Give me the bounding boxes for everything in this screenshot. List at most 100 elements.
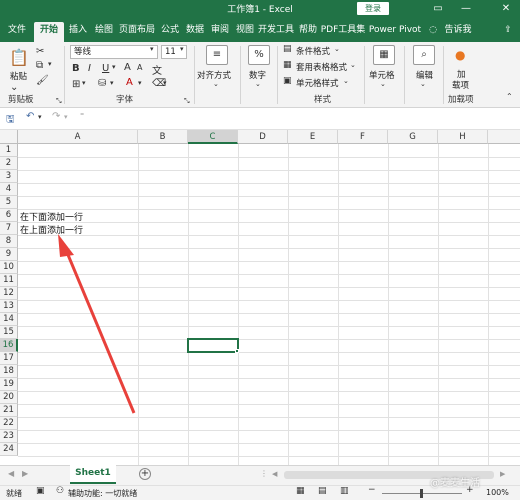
cells-dropdown-icon[interactable]: ⌄	[380, 80, 386, 88]
border-dropdown-icon[interactable]: ▾	[82, 79, 86, 87]
watermark: @麦麦生活	[430, 478, 480, 489]
page-layout-view-icon[interactable]: ▤	[318, 486, 327, 496]
close-button[interactable]: ✕	[498, 1, 514, 16]
copy-dropdown-icon[interactable]: ▾	[48, 60, 52, 68]
editing-dropdown-icon[interactable]: ⌄	[420, 80, 426, 88]
format-painter-icon[interactable]: 🖌	[36, 75, 49, 86]
font-size-dropdown-icon[interactable]: ▾	[180, 45, 184, 53]
cell-styles-dropdown-icon[interactable]: ⌄	[343, 77, 349, 85]
clipboard-group-label: 剪贴板	[8, 95, 34, 105]
tell-me-search[interactable]: 告诉我	[442, 22, 474, 42]
hscroll-right-icon[interactable]: ▶	[500, 470, 505, 478]
hscroll-menu-icon[interactable]: ⋮	[260, 469, 268, 478]
clipboard-launcher-icon[interactable]: ⤡	[56, 97, 62, 106]
normal-view-icon[interactable]: ▦	[296, 486, 305, 496]
undo-dropdown-icon[interactable]: ▾	[38, 113, 42, 121]
italic-icon[interactable]: I	[88, 63, 91, 74]
fill-color-icon[interactable]: ⛁	[98, 78, 106, 89]
tab-developer[interactable]: 开发工具	[257, 22, 295, 42]
macro-record-icon[interactable]: ▣	[36, 486, 45, 496]
alignment-dropdown-icon[interactable]: ⌄	[213, 80, 219, 88]
hscroll-left-icon[interactable]: ◀	[272, 470, 277, 478]
font-grow-icon[interactable]: A	[124, 62, 131, 73]
cell-styles-label[interactable]: 单元格样式	[296, 77, 339, 89]
status-bar: 就绪 ▣ ⚇ 辅助功能: 一切就绪 ▦ ▤ ▥ − + 100% @麦麦生活	[0, 478, 520, 500]
tab-page-layout[interactable]: 页面布局	[118, 22, 156, 42]
ribbon-tabs: 文件 开始 插入 绘图 页面布局 公式 数据 审阅 视图 开发工具 帮助 PDF…	[0, 17, 520, 42]
quick-access-toolbar: 🖫 ↶ ▾ ↷ ▾ ⁼	[0, 108, 520, 130]
tab-home[interactable]: 开始	[34, 22, 64, 42]
scroll-sheets-left-icon[interactable]: ◀	[8, 469, 14, 478]
separator	[64, 46, 65, 104]
tab-draw[interactable]: 绘图	[92, 22, 116, 42]
addins-icon[interactable]: ●	[455, 48, 465, 62]
lightbulb-icon[interactable]: ◌	[426, 22, 440, 42]
font-name-dropdown-icon[interactable]: ▾	[150, 45, 154, 53]
sheet-tab-sheet1[interactable]: Sheet1	[70, 465, 116, 484]
login-button[interactable]: 登录	[357, 2, 389, 15]
cell-styles-icon[interactable]: ▣	[283, 76, 292, 86]
collapse-ribbon-icon[interactable]: ⌃	[506, 92, 513, 101]
number-format-icon[interactable]: %	[248, 45, 270, 65]
add-sheet-button[interactable]: +	[139, 468, 151, 480]
table-format-dropdown-icon[interactable]: ⌄	[350, 61, 356, 69]
fill-color-dropdown-icon[interactable]: ▾	[110, 79, 114, 87]
cut-icon[interactable]: ✂	[36, 46, 44, 57]
paste-icon[interactable]: 📋	[9, 48, 29, 67]
undo-icon[interactable]: ↶	[26, 111, 34, 122]
alignment-icon[interactable]: ≡	[206, 45, 228, 65]
minimize-button[interactable]: —	[458, 1, 474, 16]
page-break-view-icon[interactable]: ▥	[340, 486, 349, 496]
search-icon[interactable]: ⌕	[413, 45, 435, 65]
number-dropdown-icon[interactable]: ⌄	[255, 80, 261, 88]
tab-power-pivot[interactable]: Power Pivot	[368, 22, 422, 42]
conditional-format-dropdown-icon[interactable]: ⌄	[334, 45, 340, 53]
phonetic-icon[interactable]: 文	[152, 62, 162, 77]
underline-dropdown-icon[interactable]: ▾	[112, 63, 116, 71]
zoom-slider-thumb[interactable]	[420, 489, 423, 498]
clear-format-dropdown-icon[interactable]: ▾	[163, 79, 167, 87]
spreadsheet-grid[interactable]: A B C D E F G H 1 2 3 4 5 6 7 8 9 10 11 …	[0, 130, 520, 465]
addins-label-2[interactable]: 载项	[452, 79, 469, 91]
font-color-dropdown-icon[interactable]: ▾	[138, 79, 142, 87]
underline-icon[interactable]: U	[102, 63, 109, 74]
accessibility-icon[interactable]: ⚇	[56, 486, 64, 496]
addins-group-label: 加载项	[448, 95, 474, 105]
conditional-format-label[interactable]: 条件格式	[296, 45, 330, 57]
tab-insert[interactable]: 插入	[66, 22, 90, 42]
paste-dropdown-icon[interactable]: ⌄	[10, 82, 18, 93]
redo-dropdown-icon[interactable]: ▾	[64, 113, 68, 121]
arrow-head	[58, 234, 74, 257]
tab-view[interactable]: 视图	[233, 22, 257, 42]
bold-icon[interactable]: B	[72, 63, 80, 74]
font-shrink-icon[interactable]: A	[137, 63, 142, 72]
conditional-format-icon[interactable]: ▤	[283, 44, 292, 54]
border-icon[interactable]: ⊞	[72, 79, 80, 90]
accessibility-status[interactable]: 辅助功能: 一切就绪	[68, 488, 137, 499]
font-color-icon[interactable]: A	[126, 77, 133, 88]
redo-icon[interactable]: ↷	[52, 111, 60, 122]
tab-file[interactable]: 文件	[2, 22, 32, 42]
font-group-label: 字体	[116, 95, 134, 105]
tab-data[interactable]: 数据	[183, 22, 207, 42]
zoom-out-icon[interactable]: −	[368, 485, 376, 495]
scroll-sheets-right-icon[interactable]: ▶	[22, 469, 28, 478]
status-ready: 就绪	[6, 489, 22, 498]
save-icon[interactable]: 🖫	[6, 112, 15, 129]
customize-qat-icon[interactable]: ⁼	[80, 111, 84, 120]
cells-icon[interactable]: ▦	[373, 45, 395, 65]
tab-formulas[interactable]: 公式	[158, 22, 182, 42]
ribbon-display-icon[interactable]: ▭	[430, 1, 446, 16]
share-icon[interactable]: ⇪	[500, 22, 516, 42]
copy-icon[interactable]: ⧉	[36, 60, 43, 71]
title-bar: 工作簿1 - Excel 登录 ▭ — ✕	[0, 0, 520, 17]
tab-review[interactable]: 审阅	[208, 22, 232, 42]
zoom-level[interactable]: 100%	[486, 488, 509, 497]
font-launcher-icon[interactable]: ⤡	[184, 97, 190, 106]
tab-pdf-tools[interactable]: PDF工具集	[320, 22, 366, 42]
tab-help[interactable]: 帮助	[296, 22, 320, 42]
table-format-label[interactable]: 套用表格格式	[296, 61, 347, 73]
font-name-select[interactable]: 等线	[70, 45, 158, 59]
table-format-icon[interactable]: ▦	[283, 60, 292, 70]
paste-label[interactable]: 粘贴	[10, 70, 27, 82]
